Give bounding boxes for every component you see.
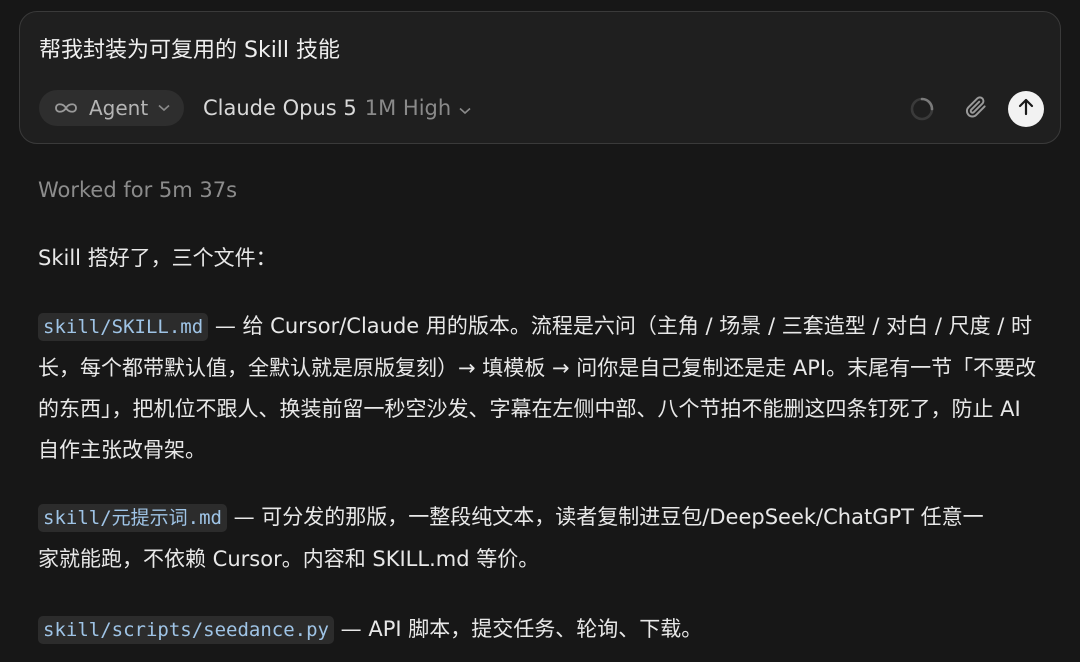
response-intro: Skill 搭好了，三个文件： [38, 246, 277, 270]
arrow-up-icon [1016, 97, 1036, 121]
agent-mode-button[interactable]: Agent [39, 90, 185, 126]
model-name: Claude Opus 5 [203, 96, 357, 120]
chevron-down-icon [158, 104, 170, 112]
model-detail: 1M High [364, 96, 452, 120]
file-path-code: skill/scripts/seedance.py [38, 616, 334, 644]
infinity-icon [53, 101, 79, 115]
model-selector[interactable]: Claude Opus 5 1M High [203, 90, 471, 126]
paperclip-icon [963, 94, 989, 124]
agent-mode-label: Agent [89, 96, 149, 120]
file-description-text: — API 脚本，提交任务、轮询、下载。 [333, 617, 703, 641]
file-description-seedance-py: skill/scripts/seedance.py — API 脚本，提交任务、… [38, 609, 1048, 651]
file-description-skill-md: skill/SKILL.md — 给 Cursor/Claude 用的版本。流程… [38, 306, 1048, 471]
file-path-code: skill/SKILL.md [38, 313, 209, 341]
chevron-down-icon [459, 96, 471, 120]
file-description-meta-prompt: skill/元提示词.md — 可分发的那版，一整段纯文本，读者复制进豆包/De… [38, 497, 998, 580]
worked-duration: Worked for 5m 37s [38, 178, 238, 202]
prompt-text[interactable]: 帮我封装为可复用的 Skill 技能 [39, 32, 340, 64]
file-path-code: skill/元提示词.md [38, 504, 227, 532]
send-button[interactable] [1008, 91, 1044, 127]
attach-button[interactable] [960, 93, 992, 125]
loading-spinner-icon [910, 97, 934, 121]
chat-composer[interactable]: 帮我封装为可复用的 Skill 技能 Agent Claude Opus 5 1… [19, 11, 1061, 144]
